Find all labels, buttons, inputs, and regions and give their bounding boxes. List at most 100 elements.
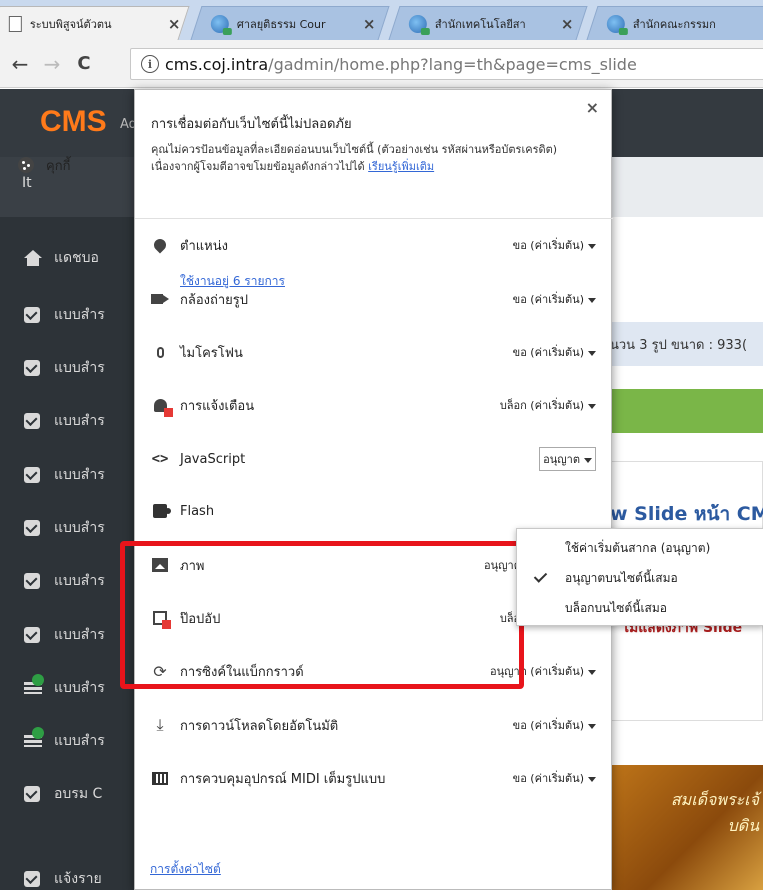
sidebar-item-label: แบบสำร (54, 680, 105, 696)
tab-title: สำนักเทคโนโลยีสา (434, 17, 526, 31)
javascript-dropdown: ใช้ค่าเริ่มต้นสากล (อนุญาต) อนุญาตบนไซต์… (516, 528, 763, 626)
banner-line: สมเด็จพระเจ้ (670, 790, 759, 809)
perm-location: ตำแหน่ง ขอ (ค่าเริ่มต้น) (150, 232, 596, 258)
tab-2[interactable]: สำนักเทคโนโลยีสา × (388, 6, 588, 40)
list-check-icon (24, 727, 44, 749)
cookie-icon (16, 155, 36, 175)
checkbox-icon (24, 307, 40, 323)
dropdown-option-allow[interactable]: อนุญาตบนไซต์นี้เสมอ (517, 565, 763, 591)
camera-icon (150, 289, 170, 309)
perm-flash: Flash (150, 498, 596, 524)
perm-label: ตำแหน่ง (180, 238, 228, 254)
url-path: /gadmin/home.php?lang=th&page=cms_slide (268, 54, 637, 74)
checkbox-icon (24, 467, 40, 483)
checkbox-icon (24, 627, 40, 643)
sidebar-item-label: อบรม C (54, 786, 103, 802)
checkmark-icon (533, 569, 548, 583)
perm-label: กล้องถ่ายรูป (180, 292, 249, 308)
sidebar-item[interactable]: แบบสำร (0, 561, 140, 601)
microphone-icon (150, 342, 170, 362)
code-icon: <> (151, 451, 169, 467)
sidebar-item[interactable]: แจ้งราย (0, 859, 140, 890)
back-button[interactable]: ← (4, 52, 36, 76)
sidebar-item[interactable]: แบบสำร (0, 455, 140, 495)
slide-title: w Slide หน้า CM (610, 503, 763, 525)
dropdown-option-default[interactable]: ใช้ค่าเริ่มต้นสากล (อนุญาต) (517, 535, 763, 561)
tab-0[interactable]: ระบบพิสูจน์ตัวตน × (0, 6, 190, 40)
sidebar-item-label: แบบสำร (54, 627, 105, 643)
perm-microphone: ไมโครโฟน ขอ (ค่าเริ่มต้น) (150, 339, 596, 365)
info-icon[interactable]: i (141, 55, 159, 73)
sidebar-item-label: แดชบอ (54, 250, 99, 266)
sidebar-item[interactable]: แบบสำร (0, 295, 140, 335)
sidebar-item[interactable]: แบบสำร (0, 348, 140, 388)
sidebar-item[interactable]: แบบสำร (0, 401, 140, 441)
sidebar-item-label: แบบสำร (54, 413, 105, 429)
banner-line: บดิน (727, 816, 759, 835)
sidebar-item[interactable]: แบบสำร (0, 508, 140, 548)
sidebar-item-label: แบบสำร (54, 733, 105, 749)
tab-3[interactable]: สำนักคณะกรรมก (586, 6, 763, 40)
document-icon (8, 15, 22, 32)
tab-title: ศาลยุติธรรม Cour (236, 17, 326, 31)
checkbox-icon (24, 520, 40, 536)
perm-label: การดาวน์โหลดโดยอัตโนมัติ (180, 718, 339, 734)
close-icon[interactable]: × (586, 98, 599, 117)
perm-select[interactable]: อนุญาต (539, 447, 596, 471)
brand-logo[interactable]: CMS (40, 105, 107, 139)
download-icon: ⤓ (156, 715, 164, 734)
perm-label: ไมโครโฟน (180, 345, 243, 361)
globe-icon (606, 14, 625, 33)
list-check-icon (24, 674, 44, 696)
perm-notifications: การแจ้งเตือน บล็อก (ค่าเริ่มต้น) (150, 392, 596, 418)
perm-select[interactable]: ขอ (ค่าเริ่มต้น) (513, 769, 596, 787)
tab-title: สำนักคณะกรรมก (632, 17, 716, 31)
checkbox-icon (24, 413, 40, 429)
perm-label: คุกกี้ (46, 158, 71, 174)
sidebar-item[interactable]: แบบสำร (0, 668, 140, 708)
perm-select[interactable]: ขอ (ค่าเริ่มต้น) (513, 343, 596, 361)
dropdown-option-label: อนุญาตบนไซต์นี้เสมอ (565, 570, 678, 585)
address-bar[interactable]: i cms.coj.intra/gadmin/home.php?lang=th&… (130, 48, 763, 80)
globe-icon (210, 14, 229, 33)
location-pin-icon (150, 235, 170, 255)
sidebar-item-label: แบบสำร (54, 573, 105, 589)
perm-cookies[interactable]: คุกกี้ (16, 152, 462, 178)
midi-keyboard-icon (150, 768, 170, 788)
forward-button[interactable]: → (36, 52, 68, 76)
sidebar-item-training[interactable]: อบรม C (0, 774, 140, 814)
perm-select[interactable]: ขอ (ค่าเริ่มต้น) (513, 290, 596, 308)
url-host: cms.coj.intra (165, 54, 269, 74)
sidebar-item[interactable]: แบบสำร (0, 615, 140, 655)
puzzle-icon (150, 501, 171, 521)
browser-toolbar: ← → C i cms.coj.intra/gadmin/home.php?la… (0, 40, 763, 88)
sidebar-item[interactable]: แบบสำร (0, 721, 140, 761)
checkbox-icon (24, 786, 40, 802)
perm-select[interactable]: บล็อก (ค่าเริ่มต้น) (500, 396, 596, 414)
cookies-in-use-link[interactable]: ใช้งานอยู่ 6 รายการ (180, 272, 285, 291)
notification-blocked-icon (150, 395, 173, 417)
sidebar-item-dashboard[interactable]: แดชบอ (0, 238, 140, 278)
perm-javascript: <> JavaScript อนุญาต (150, 446, 596, 472)
perm-select[interactable]: ขอ (ค่าเริ่มต้น) (513, 716, 596, 734)
close-icon[interactable]: × (561, 15, 574, 33)
divider (135, 218, 613, 219)
close-icon[interactable]: × (363, 15, 376, 33)
checkbox-icon (24, 360, 40, 376)
tab-title: ระบบพิสูจน์ตัวตน (29, 17, 112, 31)
highlight-box (120, 541, 524, 689)
sidebar-item-label: แบบสำร (54, 307, 105, 323)
close-icon[interactable]: × (168, 15, 181, 33)
perm-label: การแจ้งเตือน (180, 398, 255, 414)
sidebar-item-label: แบบสำร (54, 520, 105, 536)
reload-button[interactable]: C (68, 53, 100, 74)
home-icon (24, 250, 42, 266)
site-settings-link[interactable]: การตั้งค่าไซต์ (150, 860, 221, 879)
perm-auto-download: ⤓ การดาวน์โหลดโดยอัตโนมัติ ขอ (ค่าเริ่มต… (150, 712, 596, 738)
thumbs-icon (24, 871, 40, 887)
perm-select[interactable]: ขอ (ค่าเริ่มต้น) (513, 236, 596, 254)
tab-1[interactable]: ศาลยุติธรรม Cour × (190, 6, 390, 40)
perm-label: Flash (180, 503, 215, 519)
sidebar-item-label: แบบสำร (54, 467, 105, 483)
dropdown-option-block[interactable]: บล็อกบนไซต์นี้เสมอ (517, 595, 763, 621)
